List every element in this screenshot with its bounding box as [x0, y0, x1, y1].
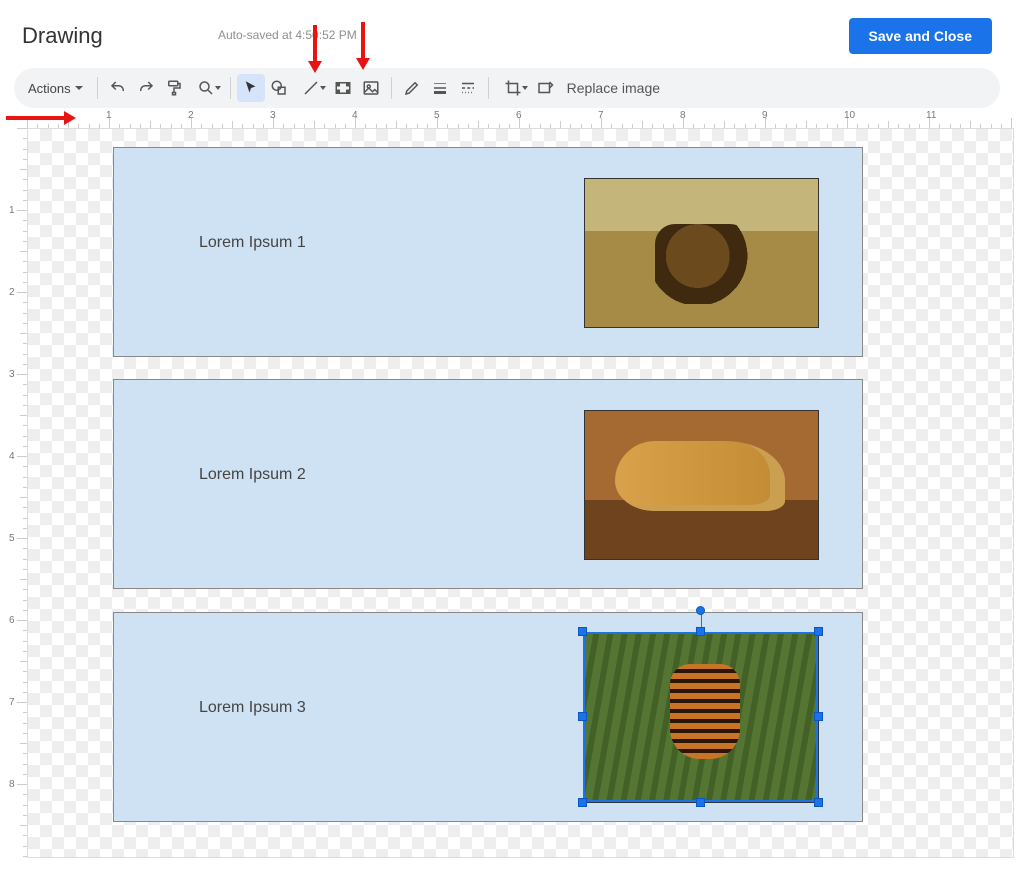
card-text[interactable]: Lorem Ipsum 2 — [199, 466, 306, 484]
vertical-ruler: 1 2 3 4 5 6 7 8 — [9, 128, 27, 858]
paint-format-button[interactable] — [160, 74, 188, 102]
border-dash-icon — [459, 79, 477, 97]
ruler-label: 4 — [352, 110, 358, 121]
chevron-down-icon — [75, 86, 83, 90]
border-color-button[interactable] — [398, 74, 426, 102]
border-weight-button[interactable] — [426, 74, 454, 102]
reset-image-icon — [536, 79, 554, 97]
undo-icon — [109, 79, 127, 97]
header-bar: Drawing Save and Close — [0, 0, 1014, 68]
ruler-label: 1 — [106, 110, 112, 121]
ruler-label: 1 — [9, 205, 15, 216]
separator — [391, 77, 392, 99]
ruler-label: 5 — [9, 533, 15, 544]
ruler-label: 8 — [680, 110, 686, 121]
lion-image[interactable] — [584, 178, 819, 328]
card-1[interactable]: Lorem Ipsum 1 — [113, 147, 863, 357]
text-box-icon — [334, 79, 352, 97]
chevron-down-icon — [522, 86, 528, 90]
redo-button[interactable] — [132, 74, 160, 102]
replace-image-button[interactable]: Replace image — [567, 80, 660, 96]
drawing-editor: Drawing Save and Close Auto-saved at 4:5… — [0, 0, 1014, 865]
line-tool-button[interactable] — [293, 74, 329, 102]
select-tool-button[interactable] — [237, 74, 265, 102]
insert-image-button[interactable] — [357, 74, 385, 102]
ruler-label: 8 — [9, 779, 15, 790]
app-title: Drawing — [22, 23, 103, 49]
ruler-label: 7 — [598, 110, 604, 121]
card-text[interactable]: Lorem Ipsum 3 — [199, 699, 306, 717]
shape-icon — [270, 79, 288, 97]
reset-image-button[interactable] — [531, 74, 559, 102]
redo-icon — [137, 79, 155, 97]
separator — [230, 77, 231, 99]
chevron-down-icon — [320, 86, 326, 90]
select-icon — [242, 79, 260, 97]
zoom-icon — [197, 79, 215, 97]
autosave-status: Auto-saved at 4:50:52 PM — [218, 28, 357, 42]
ruler-label: 2 — [188, 110, 194, 121]
cheetah-image[interactable] — [584, 410, 819, 560]
ruler-label: 4 — [9, 451, 15, 462]
drawing-canvas[interactable]: Lorem Ipsum 1 Lorem Ipsum 2 Lorem Ipsum … — [27, 128, 1014, 858]
line-icon — [302, 79, 320, 97]
separator — [488, 77, 489, 99]
ruler-label: 7 — [9, 697, 15, 708]
text-box-button[interactable] — [329, 74, 357, 102]
chevron-down-icon — [215, 86, 221, 90]
ruler-label: 10 — [844, 110, 855, 121]
border-dash-button[interactable] — [454, 74, 482, 102]
border-weight-icon — [431, 79, 449, 97]
crop-button[interactable] — [495, 74, 531, 102]
actions-label: Actions — [28, 81, 71, 96]
ruler-label: 5 — [434, 110, 440, 121]
undo-button[interactable] — [104, 74, 132, 102]
shape-tool-button[interactable] — [265, 74, 293, 102]
ruler-label: 2 — [9, 287, 15, 298]
paint-format-icon — [165, 79, 183, 97]
ruler-label: 6 — [516, 110, 522, 121]
ruler-label: 6 — [9, 615, 15, 626]
toolbar: Actions — [14, 68, 1000, 108]
ruler-label: 3 — [270, 110, 276, 121]
actions-menu-button[interactable]: Actions — [20, 77, 91, 100]
card-3[interactable]: Lorem Ipsum 3 — [113, 612, 863, 822]
pencil-icon — [403, 79, 421, 97]
separator — [97, 77, 98, 99]
ruler-label: 3 — [9, 369, 15, 380]
tiger-image[interactable] — [584, 633, 819, 803]
image-icon — [362, 79, 380, 97]
crop-icon — [504, 79, 522, 97]
save-and-close-button[interactable]: Save and Close — [849, 18, 993, 54]
ruler-label: 11 — [926, 110, 936, 121]
horizontal-ruler: 1 2 3 4 5 6 7 8 9 10 11 — [27, 110, 1014, 128]
zoom-button[interactable] — [188, 74, 224, 102]
card-text[interactable]: Lorem Ipsum 1 — [199, 234, 306, 252]
card-2[interactable]: Lorem Ipsum 2 — [113, 379, 863, 589]
ruler-label: 9 — [762, 110, 768, 121]
